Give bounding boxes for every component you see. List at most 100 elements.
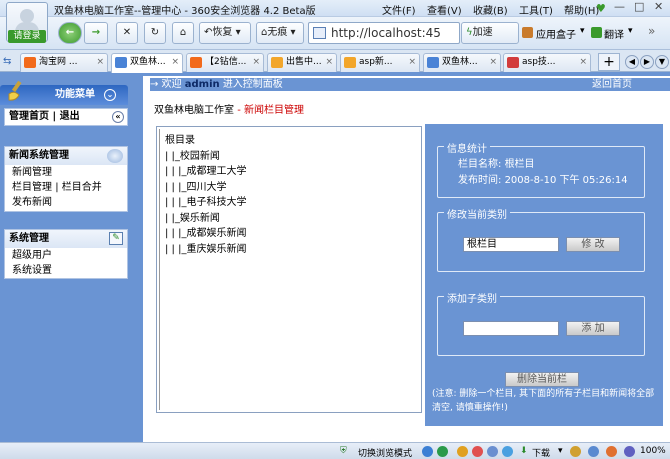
tree-item[interactable]: | |_校园新闻 — [165, 147, 220, 162]
tab-list-icon[interactable]: ▼ — [655, 55, 669, 69]
category-name-value: 根栏目 — [504, 159, 535, 170]
accelerate-button[interactable]: ϟ加速 — [461, 22, 519, 44]
tab-2[interactable]: 【2钻信... × — [186, 53, 264, 72]
tab-label: 出售中... — [286, 57, 322, 67]
super-user-link[interactable]: 超级用户 — [5, 248, 127, 263]
welcome-bar: → 欢迎 admin 进入控制面板 返回首页 — [150, 78, 670, 91]
sync-icon[interactable] — [487, 446, 498, 457]
tab-1[interactable]: 双鱼林... × — [111, 53, 183, 73]
tab-label: 双鱼林... — [130, 57, 166, 67]
more-icon[interactable]: » — [648, 24, 655, 38]
system-settings-link[interactable]: 系统设置 — [5, 263, 127, 278]
incognito-button[interactable]: ⌂无痕 ▾ — [256, 22, 304, 44]
modify-button[interactable]: 修 改 — [566, 237, 620, 252]
gear-icon — [107, 149, 123, 163]
menu-help[interactable]: 帮助(H) — [564, 2, 599, 17]
monitor-icon[interactable] — [472, 446, 483, 457]
tab-0[interactable]: 淘宝网 ... × — [20, 53, 108, 72]
window-title: 双鱼林电脑工作室--管理中心 - 360安全浏览器 4.2 Beta版 — [54, 6, 316, 17]
tree-item[interactable]: | |_娱乐新闻 — [165, 209, 220, 224]
minimize-icon[interactable]: — — [614, 0, 625, 13]
back-home-link[interactable]: 返回首页 — [592, 78, 632, 91]
security-icon[interactable] — [457, 446, 468, 457]
tab-close-icon[interactable]: × — [252, 54, 260, 71]
address-bar[interactable]: http://localhost:45 — [308, 22, 460, 44]
back-button[interactable]: ← — [58, 22, 82, 44]
sidebar-toggle-icon[interactable]: ⇆ — [3, 56, 11, 67]
news-system-section: 新闻系统管理 新闻管理 栏目管理 | 栏目合并 发布新闻 — [4, 146, 128, 212]
download-dropdown-icon[interactable]: ▾ — [558, 446, 563, 456]
collapse-sidebar-icon[interactable]: « — [112, 111, 124, 123]
tree-item[interactable]: | | |_四川大学 — [165, 178, 226, 193]
delete-category-button[interactable]: 删除当前栏 — [505, 372, 579, 387]
tab-close-icon[interactable]: × — [408, 54, 416, 71]
tab-close-icon[interactable]: × — [489, 54, 497, 71]
menu-collapse-icon[interactable]: ⌄ — [104, 89, 116, 101]
admin-home-link[interactable]: 管理首页 — [9, 111, 49, 122]
news-management-link[interactable]: 新闻管理 — [5, 165, 127, 180]
lightning-icon: ϟ — [466, 27, 473, 38]
translate-dropdown-icon[interactable]: ▾ — [628, 26, 633, 36]
new-tab-button[interactable]: + — [598, 53, 620, 71]
tree-item[interactable]: 根目录 — [165, 131, 195, 146]
notes-icon[interactable] — [588, 446, 599, 457]
category-merge-link[interactable]: 栏目合并 — [62, 182, 102, 193]
tab-scroll-left-icon[interactable]: ◀ — [625, 55, 639, 69]
tab-close-icon[interactable]: × — [579, 54, 587, 71]
tools-icon[interactable] — [570, 446, 581, 457]
translate-button[interactable]: 翻译 — [604, 26, 624, 41]
screenshot-icon[interactable] — [502, 446, 513, 457]
tree-item[interactable]: | | |_电子科技大学 — [165, 193, 246, 208]
tab-5[interactable]: 双鱼林... × — [423, 53, 501, 72]
tab-6[interactable]: asp技... × — [503, 53, 591, 72]
tab-close-icon[interactable]: × — [171, 54, 179, 71]
globe-icon[interactable] — [422, 446, 433, 457]
edit-legend: 修改当前类别 — [444, 206, 510, 221]
tree-item[interactable]: | | |_重庆娱乐新闻 — [165, 240, 246, 255]
tab-close-icon[interactable]: × — [96, 54, 104, 71]
subcategory-name-input[interactable] — [463, 321, 559, 336]
edit-fieldset: 修改当前类别 根栏目 修 改 — [437, 206, 645, 272]
publish-news-link[interactable]: 发布新闻 — [5, 195, 127, 210]
category-name-row: 栏目名称: 根栏目 — [458, 155, 535, 170]
app-box-button[interactable]: 应用盒子 — [536, 26, 576, 41]
switch-mode-button[interactable]: 切换浏览模式 — [358, 446, 412, 459]
tab-favicon-icon — [507, 57, 519, 68]
category-management-row: 栏目管理 | 栏目合并 — [5, 180, 127, 195]
category-management-link[interactable]: 栏目管理 — [12, 182, 52, 193]
category-name-label: 栏目名称: — [458, 159, 502, 170]
avatar-head-icon — [20, 9, 34, 23]
close-window-icon[interactable]: ✕ — [654, 0, 663, 13]
accelerate-label: 加速 — [472, 27, 493, 38]
maximize-icon[interactable]: □ — [634, 0, 644, 13]
logout-link[interactable]: 退出 — [60, 111, 80, 122]
tree-item[interactable]: | | |_成都娱乐新闻 — [165, 224, 246, 239]
login-button[interactable]: 请登录 — [8, 30, 46, 43]
zoom-level[interactable]: 100% — [640, 446, 666, 456]
category-name-input[interactable]: 根栏目 — [463, 237, 559, 252]
menu-view[interactable]: 查看(V) — [427, 2, 462, 17]
menu-favorites[interactable]: 收藏(B) — [473, 2, 508, 17]
menu-tools[interactable]: 工具(T) — [519, 2, 553, 17]
ie-icon[interactable] — [437, 446, 448, 457]
menu-file[interactable]: 文件(F) — [382, 2, 416, 17]
tab-close-icon[interactable]: × — [325, 54, 333, 71]
add-button[interactable]: 添 加 — [566, 321, 620, 336]
download-button[interactable]: 下载 — [532, 446, 550, 459]
tree-item[interactable]: | | |_成都理工大学 — [165, 162, 246, 177]
home-logout-row: 管理首页 | 退出 « — [4, 108, 128, 126]
restore-button[interactable]: ↶恢复 ▾ — [199, 22, 251, 44]
refresh-button[interactable]: ↻ — [144, 22, 166, 44]
shirt-icon[interactable]: ♥ — [596, 2, 606, 15]
stop-button[interactable]: ✕ — [116, 22, 138, 44]
tab-scroll-right-icon[interactable]: ▶ — [640, 55, 654, 69]
restore-label: 恢复 — [212, 27, 233, 38]
volume-icon[interactable] — [624, 446, 635, 457]
chevron-down-icon[interactable]: ▾ — [580, 26, 585, 36]
home-button[interactable]: ⌂ — [172, 22, 194, 44]
forward-button[interactable]: → — [84, 22, 108, 44]
flag-icon[interactable] — [606, 446, 617, 457]
tab-favicon-icon — [190, 57, 202, 68]
tab-4[interactable]: asp新... × — [340, 53, 420, 72]
tab-3[interactable]: 出售中... × — [267, 53, 337, 72]
